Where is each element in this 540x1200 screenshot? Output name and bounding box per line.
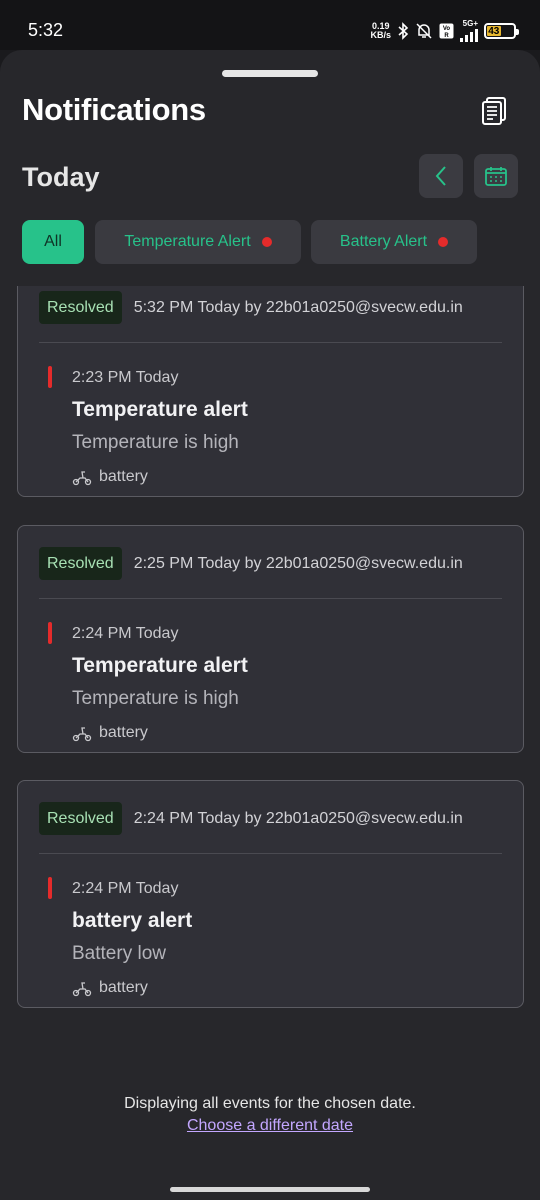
choose-date-link[interactable]: Choose a different date [187,1117,353,1134]
severity-indicator [48,366,52,388]
filter-chip-label: All [44,233,62,250]
svg-text:R: R [444,33,449,39]
notification-card[interactable]: Resolved 5:32 PM Today by 22b01a0250@sve… [17,286,524,497]
resolved-meta: 2:25 PM Today by 22b01a0250@svecw.edu.in [133,554,463,572]
severity-indicator [48,877,52,899]
bluetooth-icon [398,22,409,40]
alert-time: 2:24 PM Today [72,880,179,897]
status-badge: Resolved [39,802,122,835]
status-badge: Resolved [39,291,122,324]
alert-title: battery alert [72,909,193,932]
notification-card[interactable]: Resolved 2:25 PM Today by 22b01a0250@sve… [17,525,524,753]
alert-source: battery [72,724,148,742]
net-speed-unit: KB/s [370,30,391,40]
alert-title: Temperature alert [72,654,248,677]
scooter-icon [72,727,92,742]
filter-chip-label: Battery Alert [339,233,428,250]
alert-time: 2:24 PM Today [72,625,179,642]
severity-indicator [48,622,52,644]
calendar-icon [485,167,507,186]
sheet-grab-handle[interactable] [222,70,318,77]
filter-chip-battery-alert[interactable]: Battery Alert [311,220,477,264]
volte-icon: Vo R [439,23,454,39]
alert-source-label: battery [99,724,148,741]
alert-source: battery [72,468,148,486]
notification-list[interactable]: Resolved 5:32 PM Today by 22b01a0250@sve… [0,286,540,1046]
signal-icon: 5G+ [460,20,478,42]
filter-chip-all[interactable]: All [22,220,84,264]
alert-title: Temperature alert [72,398,248,421]
card-divider [39,598,502,599]
battery-level: 43 [487,25,501,37]
alert-source-label: battery [99,468,148,485]
alert-message: Temperature is high [72,688,239,709]
filter-chip-temperature-alert[interactable]: Temperature Alert [95,220,301,264]
status-badge: Resolved [39,547,122,580]
previous-date-button[interactable] [419,154,463,198]
card-divider [39,853,502,854]
page-title: Notifications [22,92,206,127]
alert-time: 2:23 PM Today [72,369,179,386]
resolved-meta: 2:24 PM Today by 22b01a0250@svecw.edu.in [133,809,463,827]
muted-bell-icon [416,23,432,39]
footer-info: Displaying all events for the chosen dat… [124,1095,416,1112]
notifications-sheet: Notifications Today All Temperature Aler… [0,50,540,1200]
date-label: Today [22,162,100,192]
status-time: 5:32 [28,20,64,40]
net-speed: 0.19 KB/s [370,22,391,40]
status-icons: 0.19 KB/s Vo R 5G+ 43 [370,20,519,42]
home-indicator[interactable] [170,1187,370,1192]
scooter-icon [72,982,92,997]
unread-dot [261,237,272,247]
scooter-icon [72,471,92,486]
filter-chip-label: Temperature Alert [124,233,251,250]
status-bar: 5:32 0.19 KB/s Vo R 5G+ 43 [0,0,540,50]
calendar-button[interactable] [474,154,518,198]
alert-message: Battery low [72,943,166,964]
notification-card[interactable]: Resolved 2:24 PM Today by 22b01a0250@sve… [17,780,524,1008]
svg-text:Vo: Vo [443,26,451,32]
documents-icon[interactable] [481,96,509,126]
alert-source-label: battery [99,979,148,996]
network-type: 5G+ [462,19,478,28]
resolved-meta: 5:32 PM Today by 22b01a0250@svecw.edu.in [133,298,463,316]
unread-dot [438,237,449,247]
battery-icon: 43 [484,23,519,39]
alert-source: battery [72,979,148,997]
card-divider [39,342,502,343]
alert-message: Temperature is high [72,432,239,453]
chevron-left-icon [435,166,446,186]
